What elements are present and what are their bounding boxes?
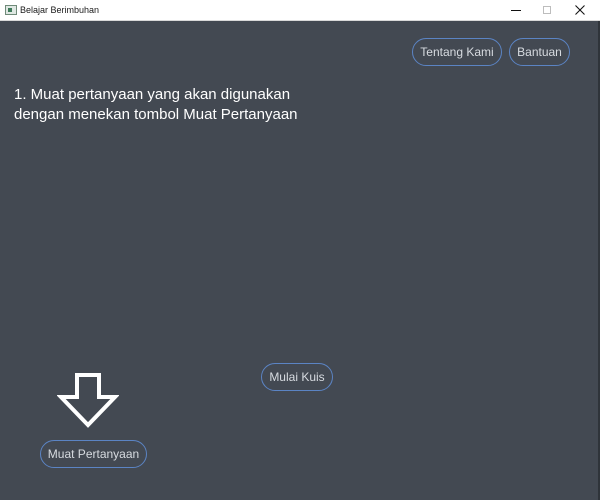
- down-arrow-icon: [56, 373, 120, 428]
- minimize-button[interactable]: [500, 0, 532, 20]
- help-button[interactable]: Bantuan: [509, 38, 570, 66]
- instruction-text: 1. Muat pertanyaan yang akan digunakan d…: [14, 85, 334, 125]
- close-icon: [575, 5, 585, 15]
- about-us-button[interactable]: Tentang Kami: [412, 38, 502, 66]
- close-button[interactable]: [564, 0, 596, 20]
- window-title: Belajar Berimbuhan: [20, 5, 100, 15]
- maximize-icon: [543, 6, 551, 14]
- instruction-line-2: dengan menekan tombol Muat Pertanyaan: [14, 106, 298, 123]
- main-content: Tentang Kami Bantuan 1. Muat pertanyaan …: [0, 21, 600, 500]
- maximize-button[interactable]: [531, 0, 563, 20]
- load-questions-button[interactable]: Muat Pertanyaan: [40, 440, 147, 468]
- title-bar[interactable]: Belajar Berimbuhan: [0, 0, 600, 21]
- instruction-line-1: 1. Muat pertanyaan yang akan digunakan: [14, 86, 291, 103]
- minimize-icon: [511, 9, 521, 11]
- app-window: Belajar Berimbuhan Tentang Kami Bantuan …: [0, 0, 600, 500]
- start-quiz-button[interactable]: Mulai Kuis: [261, 363, 333, 391]
- app-icon: [5, 5, 17, 15]
